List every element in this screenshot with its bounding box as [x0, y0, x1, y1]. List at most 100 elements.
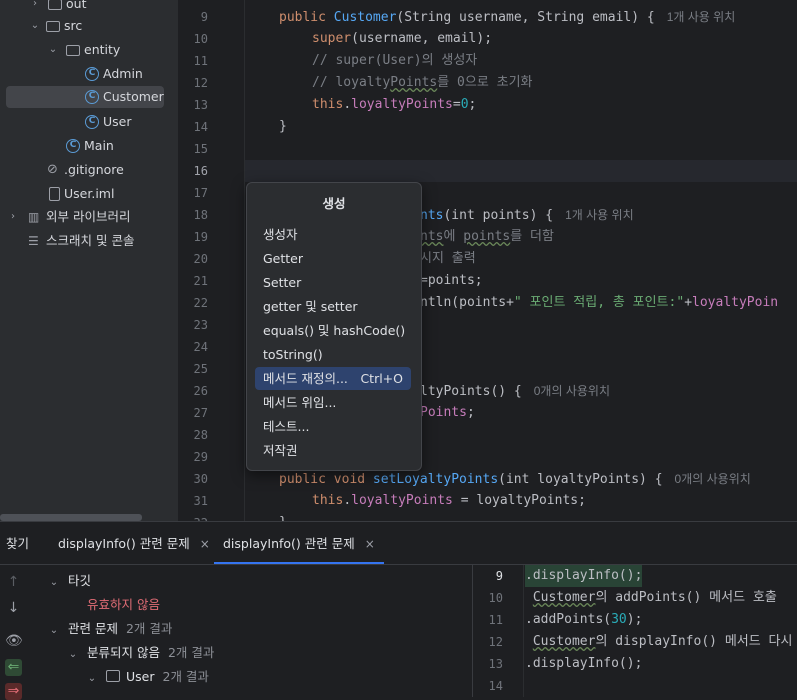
scratches-icon: ☰ — [28, 234, 39, 248]
code-line[interactable]: Points; — [420, 402, 475, 424]
code-line[interactable]: ntln(points+" 포인트 적립, 총 포인트:"+loyaltyPoi… — [420, 292, 778, 314]
tab-display-info-2[interactable]: displayInfo() 관련 문제 × — [214, 522, 384, 564]
close-icon[interactable]: × — [200, 537, 210, 551]
menu-item-tostring[interactable]: toString() — [255, 343, 411, 366]
code-line[interactable]: this.loyaltyPoints = loyaltyPoints; — [312, 490, 586, 512]
preview-line: .addPoints(30); — [525, 612, 643, 627]
menu-item-override-methods[interactable]: 메서드 재정의... Ctrl+O — [255, 367, 411, 390]
chevron-down-icon[interactable]: ⌄ — [86, 667, 98, 691]
ignore-file-icon: ⊘ — [47, 162, 58, 177]
usage-hint[interactable]: 0개의 사용위치 — [675, 472, 751, 486]
line-number: 15 — [193, 142, 208, 156]
line-number: 10 — [193, 32, 208, 46]
line-number: 26 — [193, 384, 208, 398]
export-icon[interactable]: ⇒ — [5, 683, 22, 700]
line-number: 27 — [193, 406, 208, 420]
code-line[interactable]: 시지 출력 — [420, 248, 476, 270]
menu-item-copyright[interactable]: 저작권 — [255, 439, 411, 462]
chevron-down-icon[interactable]: ⌄ — [48, 619, 60, 643]
usage-hint[interactable]: 1개 사용 위치 — [667, 10, 736, 24]
generate-popup: 생성 생성자 Getter Setter getter 및 setter equ… — [246, 182, 422, 471]
arrow-down-icon[interactable]: ↓ — [5, 600, 22, 617]
folder-icon — [46, 21, 60, 32]
class-icon: C — [85, 115, 99, 129]
line-number: 12 — [488, 635, 503, 649]
folder-icon — [48, 0, 62, 10]
package-icon — [66, 45, 80, 56]
find-toolbar: ↑ ↓ 👁 ⇐ ⇒ — [0, 565, 26, 700]
class-icon: C — [85, 90, 99, 104]
menu-item-equals-hashcode[interactable]: equals() 및 hashCode() — [255, 319, 411, 342]
line-number: 24 — [193, 340, 208, 354]
line-number: 20 — [193, 252, 208, 266]
code-line[interactable]: super(username, email); — [312, 28, 492, 50]
tree-node-uncategorized[interactable]: ⌄ 분류되지 않음 2개 결과 — [67, 641, 215, 667]
line-gutter: 9 10 11 12 13 14 15 16 17 18 19 20 21 22… — [178, 0, 244, 521]
menu-item-getter[interactable]: Getter — [255, 247, 411, 270]
chevron-down-icon[interactable]: ⌄ — [67, 643, 79, 667]
horizontal-scrollbar[interactable] — [0, 514, 142, 521]
chevron-down-icon[interactable]: ⌄ — [30, 15, 40, 37]
line-number: 32 — [178, 512, 208, 521]
menu-item-setter[interactable]: Setter — [255, 271, 411, 294]
preview-line: Customer의 displayInfo() 메서드 다시 — [532, 634, 793, 649]
line-number: 31 — [193, 494, 208, 508]
menu-item-constructor[interactable]: 생성자 — [255, 223, 411, 246]
code-line[interactable]: // loyaltyPoints를 0으로 초기화 — [312, 72, 533, 94]
line-number: 11 — [193, 54, 208, 68]
arrow-up-icon[interactable]: ↑ — [5, 574, 22, 591]
eye-icon[interactable]: 👁 — [5, 633, 23, 650]
module-file-icon — [49, 187, 60, 201]
find-panel: 찾기 displayInfo() 관련 문제 × displayInfo() 관련… — [0, 521, 797, 700]
find-panel-title: 찾기 — [6, 536, 30, 551]
code-line[interactable]: } — [279, 512, 287, 521]
gutter-divider — [244, 0, 245, 521]
usage-hint[interactable]: 1개 사용 위치 — [565, 208, 634, 222]
class-icon: C — [66, 139, 80, 153]
code-line[interactable]: // super(User)의 생성자 — [312, 50, 477, 72]
chevron-right-icon[interactable]: › — [8, 206, 18, 228]
library-icon: ▥ — [28, 210, 40, 224]
line-number: 30 — [193, 472, 208, 486]
chevron-down-icon[interactable]: ⌄ — [48, 39, 58, 61]
line-number: 9 — [200, 10, 208, 24]
code-line[interactable]: ltyPoints() {0개의 사용위치 — [420, 380, 610, 402]
folder-icon — [106, 670, 120, 682]
line-number: 11 — [488, 613, 503, 627]
line-number: 12 — [193, 76, 208, 90]
code-line[interactable]: =points; — [420, 270, 483, 292]
line-number: 25 — [193, 362, 208, 376]
tab-display-info-1[interactable]: displayInfo() 관련 문제 × — [58, 522, 210, 564]
preview-line: Customer의 addPoints() 메서드 호출 — [532, 590, 777, 605]
line-number: 18 — [193, 208, 208, 222]
line-number: 22 — [193, 296, 208, 310]
chevron-right-icon[interactable]: › — [30, 0, 40, 15]
line-number: 21 — [193, 274, 208, 288]
code-preview[interactable]: 9 10 11 12 13 14 .displayInfo(); Custome… — [473, 565, 797, 697]
code-line[interactable]: } — [279, 116, 287, 138]
code-line[interactable]: nts(int points) {1개 사용 위치 — [420, 204, 634, 226]
tree-node-target[interactable]: ⌄ 타깃 — [48, 569, 91, 593]
usage-hint[interactable]: 0개의 사용위치 — [534, 384, 610, 398]
tree-node-user[interactable]: ⌄ User 2개 결과 — [86, 665, 209, 689]
project-tree: › out ⌄ src ⌄ entity C Admin C Customer … — [0, 0, 178, 521]
code-line[interactable]: public void setLoyaltyPoints(int loyalty… — [279, 468, 751, 490]
close-icon[interactable]: × — [365, 537, 375, 551]
menu-item-delegate-methods[interactable]: 메서드 위임... — [255, 391, 411, 414]
popup-title: 생성 — [322, 196, 346, 211]
line-number: 16 — [193, 164, 208, 178]
chevron-down-icon[interactable]: ⌄ — [48, 571, 60, 595]
menu-item-test[interactable]: 테스트... — [255, 415, 411, 438]
code-line[interactable]: nts에 points를 더함 — [420, 226, 554, 248]
line-number: 13 — [488, 657, 503, 671]
code-line[interactable]: public Customer(String username, String … — [279, 6, 735, 28]
import-icon[interactable]: ⇐ — [5, 659, 22, 676]
preview-line-highlighted: .displayInfo(); — [525, 565, 643, 587]
tree-item-customer[interactable]: C Customer — [6, 86, 164, 108]
line-number: 9 — [495, 569, 503, 583]
menu-item-getter-and-setter[interactable]: getter 및 setter — [255, 295, 411, 318]
code-line[interactable]: this.loyaltyPoints=0; — [312, 94, 476, 116]
preview-line: .displayInfo(); — [525, 656, 643, 671]
tree-node-related-problems[interactable]: ⌄ 관련 문제 2개 결과 — [48, 617, 173, 643]
class-icon: C — [85, 67, 99, 81]
